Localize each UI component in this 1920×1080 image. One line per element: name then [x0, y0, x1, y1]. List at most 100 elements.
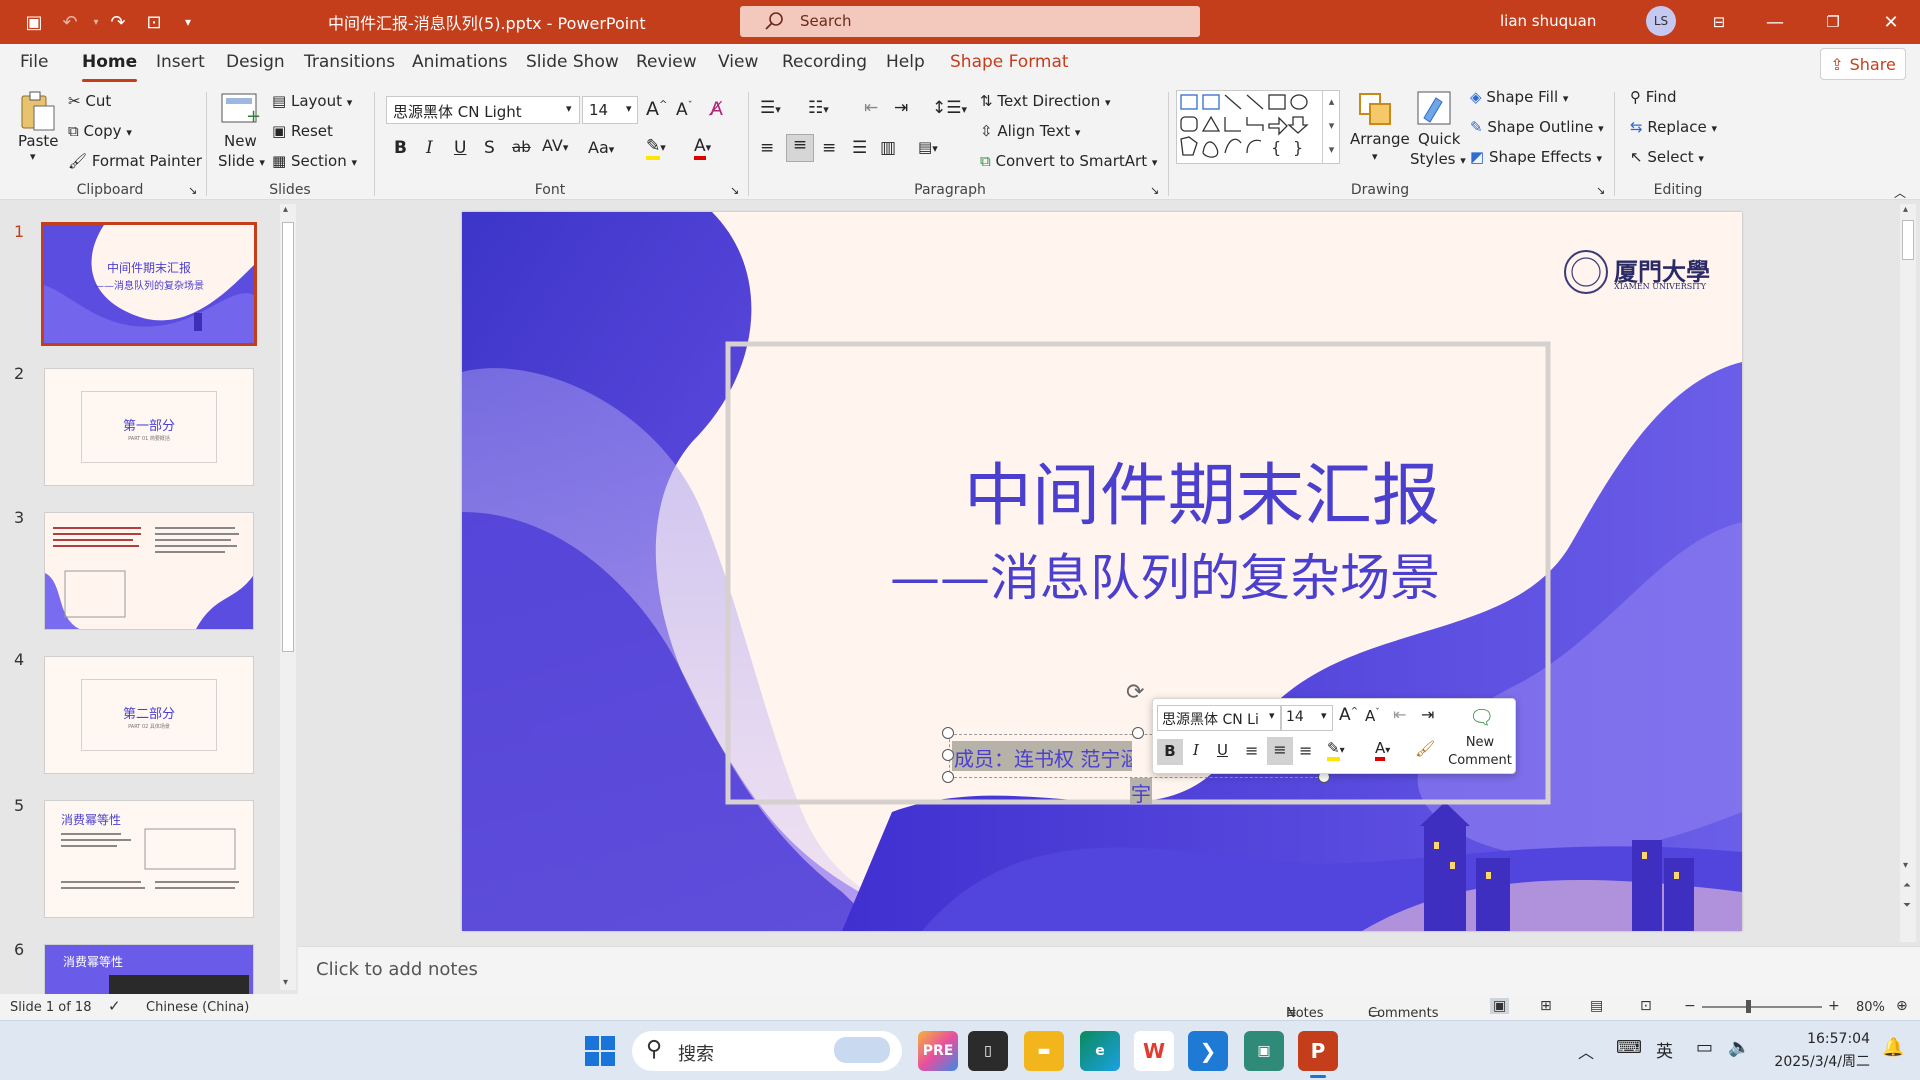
members-text-overflow[interactable]: 宇 — [1130, 778, 1152, 806]
new-slide-dropdown-icon[interactable]: ▾ — [259, 156, 265, 169]
app-icon[interactable]: ▣ — [1244, 1031, 1284, 1071]
maximize-icon[interactable]: ❐ — [1818, 7, 1848, 37]
align-text-button[interactable]: ⇳ Align Text ▾ — [980, 122, 1080, 140]
search-box[interactable]: Search — [740, 6, 1200, 37]
cut-button[interactable]: ✂ Cut — [68, 92, 111, 110]
slide-title[interactable]: 中间件期末汇报 — [964, 440, 1440, 539]
reading-view-icon[interactable]: ▤ — [1590, 998, 1603, 1014]
line-spacing-icon[interactable]: ↕☰▾ — [932, 98, 967, 118]
align-center-icon[interactable]: ≡ — [786, 134, 814, 162]
rotate-handle-icon[interactable]: ⟳ — [1126, 680, 1152, 706]
vscode-icon[interactable]: ❯ — [1188, 1031, 1228, 1071]
copy-dropdown-icon[interactable]: ▾ — [126, 126, 132, 139]
wps-icon[interactable]: W — [1134, 1031, 1174, 1071]
mini-font-color-icon[interactable]: A▾ — [1375, 739, 1390, 761]
replace-button[interactable]: ⇆ Replace ▾ — [1630, 118, 1717, 136]
increase-font-icon[interactable]: A^ — [646, 98, 667, 120]
mini-align-center-icon[interactable]: ≡ — [1267, 737, 1293, 765]
new-slide-label[interactable]: New — [224, 132, 257, 150]
tab-recording[interactable]: Recording — [782, 52, 867, 72]
slide-subtitle[interactable]: ——消息队列的复杂场景 — [890, 538, 1440, 610]
tab-help[interactable]: Help — [886, 52, 925, 72]
copy-button[interactable]: ⧉ Copy ▾ — [68, 122, 132, 140]
mini-font-combo[interactable]: 思源黑体 CN Li — [1157, 705, 1281, 731]
italic-icon[interactable]: I — [426, 138, 433, 158]
mini-underline-icon[interactable]: U — [1217, 741, 1228, 759]
redo-icon[interactable]: ↷ — [106, 10, 130, 34]
change-case-icon[interactable]: Aa▾ — [588, 138, 614, 157]
avatar[interactable]: LS — [1646, 6, 1676, 36]
previous-slide-icon[interactable]: ⏶ — [1903, 880, 1911, 891]
format-painter-button[interactable]: 🖌 Format Painter — [68, 152, 202, 170]
font-color-icon[interactable]: A▾ — [694, 136, 711, 160]
strikethrough-icon[interactable]: ab — [512, 138, 531, 156]
scroll-down-icon[interactable]: ▾ — [283, 977, 288, 988]
zoom-slider[interactable] — [1702, 1006, 1822, 1008]
thumbnail-scrollbar[interactable]: ▴ ▾ — [280, 204, 296, 990]
arrange-dropdown-icon[interactable]: ▾ — [1372, 150, 1378, 163]
numbering-icon[interactable]: ☷▾ — [808, 98, 829, 118]
shape-effects-button[interactable]: ◩ Shape Effects ▾ — [1470, 148, 1602, 166]
text-direction-button[interactable]: ⇅ Text Direction ▾ — [980, 92, 1111, 110]
bullets-icon[interactable]: ☰▾ — [760, 98, 781, 118]
thumbnail-slide-5[interactable]: 消费幂等性 — [44, 800, 254, 918]
tab-shape-format[interactable]: Shape Format — [950, 52, 1069, 72]
drawing-launcher-icon[interactable]: ↘ — [1596, 184, 1605, 197]
font-name-dropdown-icon[interactable]: ▾ — [566, 102, 572, 115]
present-icon[interactable]: ⊡ — [142, 10, 166, 34]
scroll-down-icon[interactable]: ▾ — [1903, 860, 1908, 871]
clipboard-launcher-icon[interactable]: ↘ — [188, 184, 197, 197]
undo-dropdown-icon[interactable]: ▾ — [84, 10, 108, 34]
show-hidden-icons[interactable]: ︿ — [1578, 1039, 1594, 1063]
customize-toolbar-icon[interactable]: ▾ — [176, 10, 200, 34]
members-text[interactable]: 成员：连书权 范宁涵 — [952, 741, 1132, 771]
distributed-icon[interactable]: ▥ — [880, 138, 896, 158]
normal-view-icon[interactable]: ▣ — [1490, 998, 1510, 1014]
copilot-icon[interactable]: PRE — [918, 1031, 958, 1071]
share-button[interactable]: ⇪ Share — [1820, 48, 1906, 80]
new-slide-icon[interactable]: + — [220, 88, 260, 128]
thumbnail-slide-3[interactable] — [44, 512, 254, 630]
paste-icon[interactable] — [18, 90, 56, 132]
paste-dropdown-icon[interactable]: ▾ — [30, 150, 36, 163]
mini-grow-font-icon[interactable]: A^ — [1339, 705, 1358, 725]
tab-design[interactable]: Design — [226, 52, 285, 72]
fit-slide-icon[interactable]: ⊕ — [1896, 998, 1908, 1014]
taskbar-search[interactable]: ⚲ 搜索 — [632, 1031, 902, 1071]
tab-transitions[interactable]: Transitions — [304, 52, 395, 72]
mini-increase-indent-icon[interactable]: ⇥ — [1421, 705, 1434, 724]
resize-handle[interactable] — [942, 771, 954, 783]
mini-align-left-icon[interactable]: ≡ — [1245, 741, 1258, 760]
mini-shrink-font-icon[interactable]: Aˇ — [1365, 707, 1380, 725]
slide-canvas[interactable]: 厦門大學 XIAMEN UNIVERSITY 中间件期末汇报 ——消息队列的复杂… — [462, 212, 1742, 931]
minimize-icon[interactable]: — — [1760, 7, 1790, 37]
section-button[interactable]: ▦ Section ▾ — [272, 152, 357, 170]
zoom-in-icon[interactable]: + — [1828, 998, 1840, 1014]
quick-styles-icon[interactable] — [1414, 88, 1454, 132]
tab-home[interactable]: Home — [82, 52, 138, 82]
tab-slide-show[interactable]: Slide Show — [526, 52, 619, 72]
ime-indicator[interactable]: 英 — [1656, 1037, 1673, 1062]
user-name[interactable]: lian shuquan — [1500, 12, 1596, 30]
font-size-dropdown-icon[interactable]: ▾ — [626, 102, 632, 115]
scrollbar-thumb[interactable] — [282, 222, 294, 652]
underline-icon[interactable]: U — [454, 138, 466, 158]
font-name-combo[interactable]: 思源黑体 CN Light — [386, 96, 580, 124]
mini-format-painter-icon[interactable]: 🖌 — [1415, 739, 1435, 758]
edge-icon[interactable]: e — [1080, 1031, 1120, 1071]
shapes-gallery-scroll[interactable]: ▴ ▾ ▾ — [1322, 90, 1340, 164]
keyboard-icon[interactable]: ⌨ — [1616, 1037, 1642, 1058]
quick-styles-button[interactable]: Styles ▾ — [1410, 150, 1466, 168]
align-left-icon[interactable]: ≡ — [760, 138, 774, 158]
thumbnail-slide-1[interactable]: 中间件期末汇报 ——消息队列的复杂场景 — [41, 222, 257, 346]
decrease-indent-icon[interactable]: ⇤ — [864, 98, 878, 118]
decrease-font-icon[interactable]: Aˇ — [676, 100, 693, 120]
find-button[interactable]: ⚲ Find — [1630, 88, 1677, 106]
network-icon[interactable]: ▭ — [1696, 1037, 1713, 1058]
highlight-icon[interactable]: ✎▾ — [646, 136, 666, 160]
mini-decrease-indent-icon[interactable]: ⇤ — [1393, 705, 1406, 724]
task-view-icon[interactable]: ▯ — [968, 1031, 1008, 1071]
notification-icon[interactable]: 🔔 — [1882, 1037, 1904, 1058]
tab-review[interactable]: Review — [636, 52, 697, 72]
font-launcher-icon[interactable]: ↘ — [730, 184, 739, 197]
